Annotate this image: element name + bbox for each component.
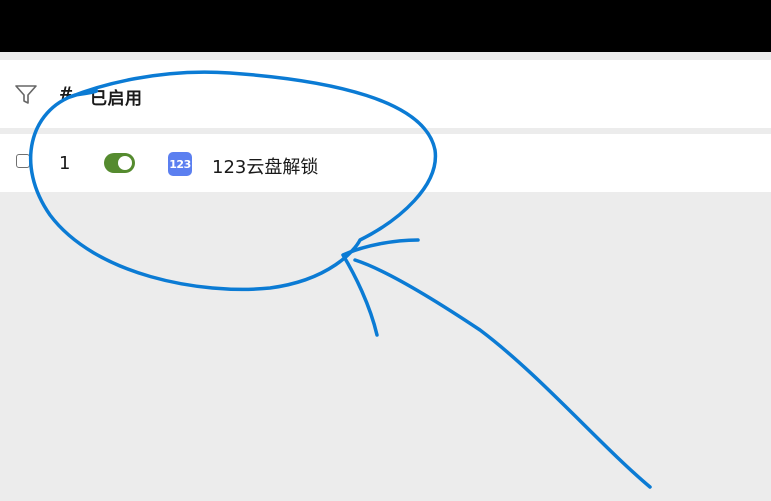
- table-header: # 已启用: [0, 60, 771, 128]
- row-checkbox[interactable]: [16, 154, 30, 168]
- column-header-enabled[interactable]: 已启用: [90, 84, 143, 109]
- annotation-arrow-shaft: [353, 258, 652, 489]
- top-bar: [0, 0, 771, 52]
- toggle-knob: [118, 156, 132, 170]
- column-header-index[interactable]: #: [59, 84, 73, 104]
- row-name[interactable]: 123云盘解锁: [212, 153, 318, 179]
- separator: [0, 52, 771, 60]
- annotation-arrow-head: [341, 238, 420, 337]
- table-row[interactable]: 1 123 123云盘解锁: [0, 134, 771, 192]
- app-123-icon: 123: [168, 152, 192, 176]
- row-index: 1: [59, 153, 71, 174]
- enabled-toggle[interactable]: [104, 153, 135, 173]
- filter-icon[interactable]: [14, 84, 38, 106]
